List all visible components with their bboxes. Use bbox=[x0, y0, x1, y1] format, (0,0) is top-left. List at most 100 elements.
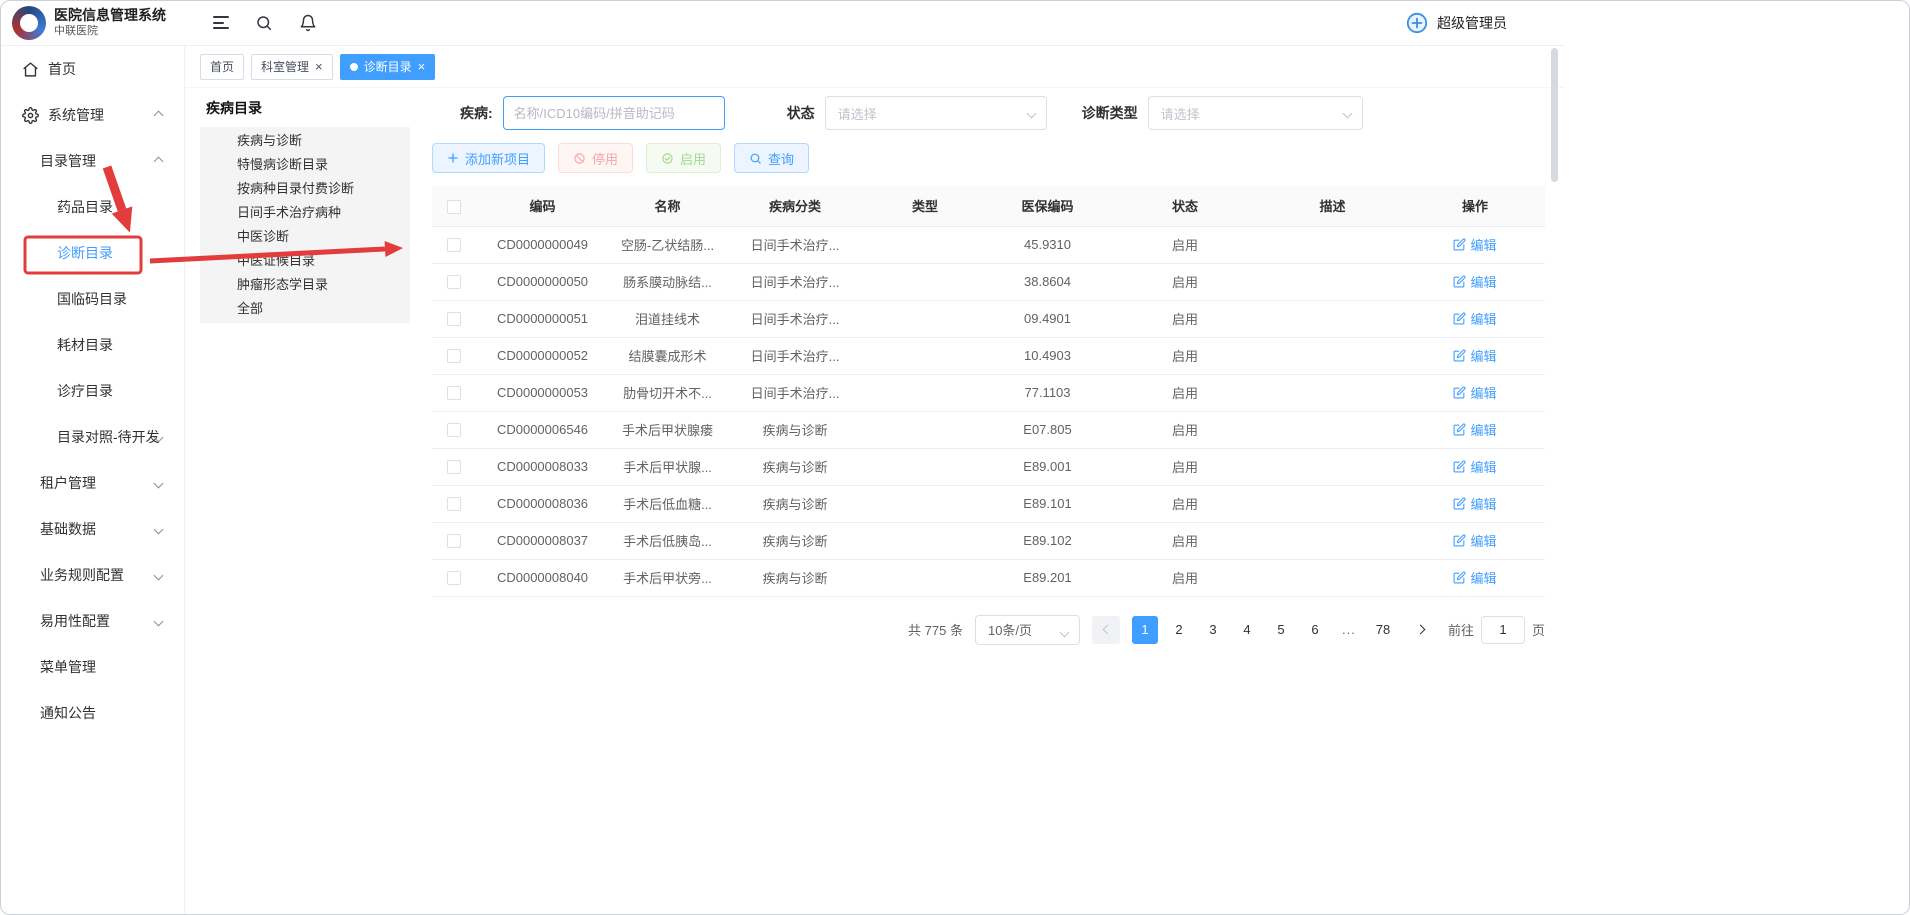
enable-button[interactable]: 启用 bbox=[646, 143, 721, 173]
cell-status: 启用 bbox=[1110, 485, 1260, 522]
disease-search-input[interactable] bbox=[503, 96, 725, 130]
page-button-3[interactable]: 3 bbox=[1200, 616, 1226, 644]
sidebar-item-notice[interactable]: 通知公告 bbox=[0, 690, 184, 736]
select-all-checkbox[interactable] bbox=[447, 200, 461, 214]
category-item[interactable]: 特慢病诊断目录 bbox=[200, 153, 410, 177]
category-item[interactable]: 肿瘤形态学目录 bbox=[200, 273, 410, 297]
category-item[interactable]: 疾病与诊断 bbox=[200, 129, 410, 153]
cell-description bbox=[1260, 337, 1405, 374]
chevron-down-icon bbox=[154, 525, 164, 535]
query-button[interactable]: 查询 bbox=[734, 143, 809, 173]
close-icon[interactable]: × bbox=[315, 60, 323, 73]
search-icon[interactable] bbox=[255, 14, 273, 32]
pagination: 共 775 条 10条/页 1 2 3 4 5 6 ... 78 bbox=[432, 615, 1545, 645]
sidebar-item-drug-catalog[interactable]: 药品目录 bbox=[0, 184, 184, 230]
user-menu[interactable]: 超级管理员 bbox=[1405, 11, 1507, 35]
page-button-78[interactable]: 78 bbox=[1370, 616, 1396, 644]
diagnosis-table: 编码 名称 疾病分类 类型 医保编码 状态 描述 操作 CD0000 bbox=[432, 186, 1545, 597]
table-row: CD0000008033 手术后甲状腺... 疾病与诊断 E89.001 启用 bbox=[432, 448, 1545, 485]
cell-type bbox=[865, 411, 985, 448]
edit-icon bbox=[1453, 238, 1466, 251]
diagnosis-type-select[interactable]: 请选择 bbox=[1148, 96, 1363, 130]
row-checkbox[interactable] bbox=[447, 460, 461, 474]
tab-diagnosis-catalog[interactable]: 诊断目录 × bbox=[340, 54, 436, 80]
edit-button[interactable]: 编辑 bbox=[1453, 568, 1496, 587]
prev-page-button[interactable] bbox=[1092, 616, 1120, 644]
row-checkbox[interactable] bbox=[447, 238, 461, 252]
sidebar-item-treatment-catalog[interactable]: 诊疗目录 bbox=[0, 368, 184, 414]
sidebar-item-usability-config[interactable]: 易用性配置 bbox=[0, 598, 184, 644]
collapse-menu-icon[interactable] bbox=[213, 16, 229, 29]
edit-button[interactable]: 编辑 bbox=[1453, 494, 1496, 513]
sidebar-item-national-code-catalog[interactable]: 国临码目录 bbox=[0, 276, 184, 322]
main-content: 疾病目录 疾病与诊断 特慢病诊断目录 按病种目录付费诊断 日间手术治疗病种 中医… bbox=[185, 88, 1565, 915]
category-item[interactable]: 中医诊断 bbox=[200, 225, 410, 249]
page-button-6[interactable]: 6 bbox=[1302, 616, 1328, 644]
category-item[interactable]: 日间手术治疗病种 bbox=[200, 201, 410, 225]
sidebar-item-menu-management[interactable]: 菜单管理 bbox=[0, 644, 184, 690]
sidebar-item-home[interactable]: 首页 bbox=[0, 46, 184, 92]
status-select[interactable]: 请选择 bbox=[825, 96, 1047, 130]
goto-page-input[interactable] bbox=[1481, 616, 1525, 644]
edit-button[interactable]: 编辑 bbox=[1453, 457, 1496, 476]
row-checkbox[interactable] bbox=[447, 534, 461, 548]
category-item[interactable]: 全部 bbox=[200, 297, 410, 321]
cell-code: CD0000000051 bbox=[475, 300, 610, 337]
page-button-2[interactable]: 2 bbox=[1166, 616, 1192, 644]
sidebar-item-tenant-management[interactable]: 租户管理 bbox=[0, 460, 184, 506]
next-page-button[interactable] bbox=[1408, 616, 1436, 644]
close-icon[interactable]: × bbox=[418, 60, 426, 73]
page-button-4[interactable]: 4 bbox=[1234, 616, 1260, 644]
edit-button[interactable]: 编辑 bbox=[1453, 531, 1496, 550]
table-row: CD0000000051 泪道挂线术 日间手术治疗... 09.4901 启用 bbox=[432, 300, 1545, 337]
sidebar-item-basic-data[interactable]: 基础数据 bbox=[0, 506, 184, 552]
row-checkbox[interactable] bbox=[447, 349, 461, 363]
edit-button[interactable]: 编辑 bbox=[1453, 272, 1496, 291]
edit-button[interactable]: 编辑 bbox=[1453, 383, 1496, 402]
category-item[interactable]: 按病种目录付费诊断 bbox=[200, 177, 410, 201]
avatar bbox=[1405, 11, 1429, 35]
edit-button[interactable]: 编辑 bbox=[1453, 235, 1496, 254]
cell-description bbox=[1260, 485, 1405, 522]
row-checkbox[interactable] bbox=[447, 497, 461, 511]
row-checkbox[interactable] bbox=[447, 423, 461, 437]
tab-department-management[interactable]: 科室管理 × bbox=[251, 54, 333, 80]
row-checkbox[interactable] bbox=[447, 571, 461, 585]
cell-insurance-code: E89.101 bbox=[985, 485, 1110, 522]
sidebar-item-catalog-mapping[interactable]: 目录对照-待开发 bbox=[0, 414, 184, 460]
chevron-down-icon bbox=[1342, 109, 1352, 119]
cell-code: CD0000000052 bbox=[475, 337, 610, 374]
edit-icon bbox=[1453, 460, 1466, 473]
bell-icon[interactable] bbox=[299, 14, 317, 32]
app-title: 医院信息管理系统 bbox=[54, 7, 166, 23]
edit-button[interactable]: 编辑 bbox=[1453, 346, 1496, 365]
more-pages-icon[interactable]: ... bbox=[1336, 616, 1362, 644]
disease-filter-label: 疾病: bbox=[460, 103, 493, 123]
page-size-select[interactable]: 10条/页 bbox=[975, 615, 1080, 645]
cell-status: 启用 bbox=[1110, 448, 1260, 485]
chevron-down-icon bbox=[154, 479, 164, 489]
row-checkbox[interactable] bbox=[447, 312, 461, 326]
add-item-button[interactable]: 添加新项目 bbox=[432, 143, 545, 173]
chevron-down-icon bbox=[1060, 627, 1070, 637]
sidebar-item-catalog-management[interactable]: 目录管理 bbox=[0, 138, 184, 184]
cell-insurance-code: 38.8604 bbox=[985, 263, 1110, 300]
scrollbar-thumb[interactable] bbox=[1551, 48, 1558, 182]
sidebar-item-diagnosis-catalog[interactable]: 诊断目录 bbox=[0, 230, 184, 276]
plus-icon bbox=[447, 152, 459, 164]
sidebar-item-system-management[interactable]: 系统管理 bbox=[0, 92, 184, 138]
page-button-5[interactable]: 5 bbox=[1268, 616, 1294, 644]
row-checkbox[interactable] bbox=[447, 275, 461, 289]
diagnosis-type-filter-label: 诊断类型 bbox=[1082, 103, 1138, 123]
tab-home[interactable]: 首页 bbox=[200, 54, 244, 80]
row-checkbox[interactable] bbox=[447, 386, 461, 400]
edit-button[interactable]: 编辑 bbox=[1453, 309, 1496, 328]
sidebar-item-business-rules[interactable]: 业务规则配置 bbox=[0, 552, 184, 598]
edit-button[interactable]: 编辑 bbox=[1453, 420, 1496, 439]
sidebar-item-consumables-catalog[interactable]: 耗材目录 bbox=[0, 322, 184, 368]
disable-button[interactable]: 停用 bbox=[558, 143, 633, 173]
total-count: 共 775 条 bbox=[908, 620, 963, 639]
page-button-1[interactable]: 1 bbox=[1132, 616, 1158, 644]
table-row: CD0000008040 手术后甲状旁... 疾病与诊断 E89.201 启用 bbox=[432, 559, 1545, 596]
category-item[interactable]: 中医证候目录 bbox=[200, 249, 410, 273]
